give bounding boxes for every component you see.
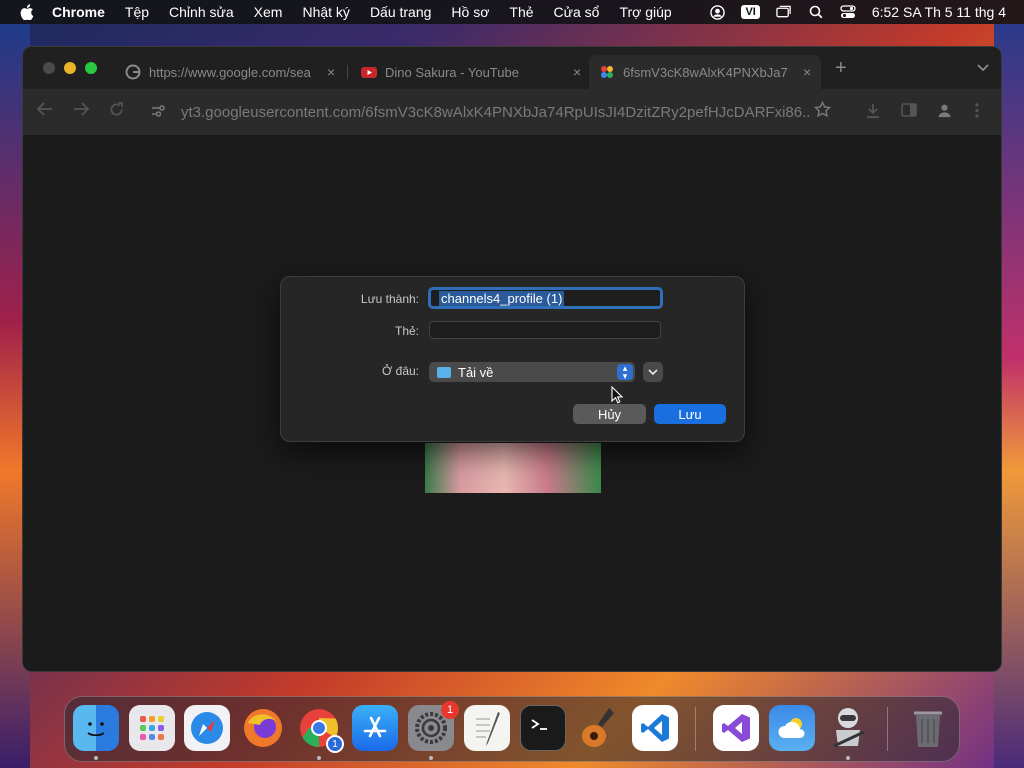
reload-icon[interactable]: [109, 102, 124, 122]
expand-dialog-button[interactable]: [643, 362, 663, 382]
safari-icon[interactable]: [184, 705, 230, 751]
tab-close-icon[interactable]: ×: [327, 64, 335, 80]
tab-image-active[interactable]: 6fsmV3cK8wAlxK4PNXbJa7 ×: [589, 55, 821, 89]
window-controls: [43, 62, 97, 74]
firefox-icon[interactable]: [240, 705, 286, 751]
chrome-window-count: 1: [326, 735, 344, 753]
tab-title: https://www.google.com/sea: [149, 64, 311, 80]
clock[interactable]: 6:52 SA Th 5 11 thg 4: [872, 4, 1006, 20]
forward-arrow-icon[interactable]: [73, 102, 90, 121]
menu-window[interactable]: Cửa sổ: [554, 4, 600, 20]
weather-icon[interactable]: [769, 705, 815, 751]
location-value: Tải về: [458, 364, 494, 380]
app-store-icon[interactable]: [352, 705, 398, 751]
menu-profiles[interactable]: Hồ sơ: [451, 4, 489, 20]
tab-close-icon[interactable]: ×: [803, 64, 811, 80]
trash-icon[interactable]: [905, 705, 951, 751]
vscode-icon[interactable]: [632, 705, 678, 751]
dock: 1 1: [64, 696, 960, 762]
cancel-button[interactable]: Hủy: [573, 404, 646, 424]
save-as-value: channels4_profile (1): [439, 290, 565, 306]
zoom-window-button[interactable]: [85, 62, 97, 74]
location-select[interactable]: Tải về ▴ ▾: [429, 362, 635, 382]
downloads-folder-icon: [437, 366, 451, 378]
screen-mirroring-icon[interactable]: [776, 4, 792, 20]
chrome-menu-icon[interactable]: [975, 103, 979, 121]
tab-title: 6fsmV3cK8wAlxK4PNXbJa7: [623, 64, 788, 80]
tab-search-chevron-icon[interactable]: [977, 61, 989, 75]
launchpad-icon[interactable]: [129, 705, 175, 751]
user-account-icon[interactable]: [709, 4, 725, 20]
menu-tab[interactable]: Thẻ: [509, 4, 533, 20]
close-window-button[interactable]: [43, 62, 55, 74]
tab-google-search[interactable]: https://www.google.com/sea ×: [115, 55, 335, 89]
tab-title: Dino Sakura - YouTube: [385, 64, 519, 80]
chrome-icon[interactable]: 1: [296, 705, 344, 753]
notification-badge: 1: [441, 701, 459, 719]
visual-studio-icon[interactable]: [713, 705, 759, 751]
browser-toolbar: yt3.googleusercontent.com/6fsmV3cK8wAlxK…: [23, 89, 1001, 135]
where-label: Ở đâu:: [382, 364, 419, 378]
terminal-icon[interactable]: [520, 705, 566, 751]
textedit-icon[interactable]: [464, 705, 510, 751]
tab-close-icon[interactable]: ×: [573, 64, 581, 80]
menu-history[interactable]: Nhật ký: [302, 4, 349, 20]
site-info-icon[interactable]: [151, 104, 167, 120]
address-bar[interactable]: yt3.googleusercontent.com/6fsmV3cK8wAlxK…: [143, 96, 843, 128]
new-tab-button[interactable]: +: [835, 57, 847, 80]
profile-icon[interactable]: [937, 103, 952, 121]
bookmark-star-icon[interactable]: [813, 100, 832, 121]
side-panel-icon[interactable]: [901, 103, 917, 120]
save-as-label: Lưu thành:: [360, 292, 419, 306]
menu-app-name[interactable]: Chrome: [52, 4, 105, 20]
spotlight-search-icon[interactable]: [808, 4, 824, 20]
control-center-icon[interactable]: [840, 4, 856, 20]
profile-image: [425, 443, 601, 493]
tags-label: Thẻ:: [394, 324, 419, 338]
tab-youtube[interactable]: Dino Sakura - YouTube ×: [351, 55, 581, 89]
garageband-icon[interactable]: [576, 705, 622, 751]
google-photos-icon: [601, 66, 613, 78]
input-source-badge[interactable]: VI: [741, 5, 760, 19]
save-button[interactable]: Lưu: [654, 404, 726, 424]
select-updown-icon: ▴ ▾: [617, 364, 633, 381]
save-as-field[interactable]: channels4_profile (1): [428, 287, 663, 309]
url-text: yt3.googleusercontent.com/6fsmV3cK8wAlxK…: [181, 103, 811, 121]
mouse-pointer-icon: [611, 386, 623, 404]
tab-strip: https://www.google.com/sea × Dino Sakura…: [23, 47, 1001, 89]
menu-file[interactable]: Tệp: [125, 4, 149, 20]
download-icon[interactable]: [865, 103, 881, 122]
menu-bar: Chrome Tệp Chỉnh sửa Xem Nhật ký Dấu tra…: [0, 0, 1024, 24]
menu-edit[interactable]: Chỉnh sửa: [169, 4, 234, 20]
tags-field[interactable]: [429, 321, 661, 339]
back-arrow-icon[interactable]: [36, 102, 53, 121]
automator-icon[interactable]: [825, 705, 871, 751]
system-settings-icon[interactable]: 1: [408, 701, 459, 751]
save-dialog: Lưu thành: channels4_profile (1) Thẻ: Ở …: [280, 276, 745, 442]
menu-bookmarks[interactable]: Dấu trang: [370, 4, 431, 20]
menu-view[interactable]: Xem: [254, 4, 283, 20]
minimize-window-button[interactable]: [64, 62, 76, 74]
menu-help[interactable]: Trợ giúp: [619, 4, 671, 20]
finder-icon[interactable]: [73, 705, 119, 751]
google-icon: [125, 64, 141, 80]
youtube-icon: [361, 67, 377, 78]
apple-menu-icon[interactable]: [20, 4, 34, 20]
